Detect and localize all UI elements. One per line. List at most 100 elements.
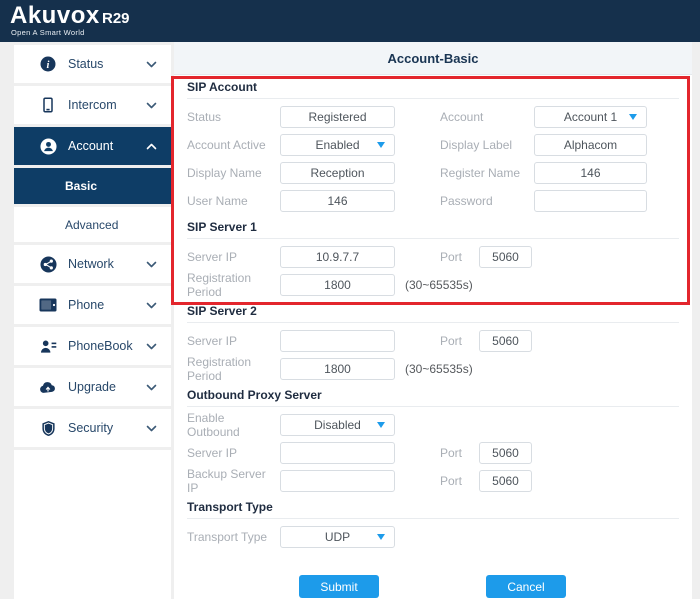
device-model: R29 [102,10,130,27]
chevron-down-icon [146,380,157,394]
brand-tagline: Open A Smart World [11,28,85,37]
field-label: Account Active [187,138,280,152]
form-row-server1-regperiod: Registration Period (30~65535s) [187,271,679,299]
sidebar-item-label: PhoneBook [68,339,146,353]
form-row-backup-ip-port: Backup Server IP Port [187,467,679,495]
intercom-icon [38,97,58,113]
section-sip-account: SIP Account Status Account Account 1 Acc… [187,81,679,215]
form-row-transport-type: Transport Type UDP [187,523,679,551]
field-label: Server IP [187,250,280,264]
backup-server-ip-field[interactable] [280,470,395,492]
transport-type-select[interactable]: UDP [280,526,395,548]
outbound-port-field[interactable] [479,442,532,464]
chevron-down-icon [146,98,157,112]
section-transport-type: Transport Type Transport Type UDP [187,501,679,551]
sidebar-item-phone[interactable]: Phone [14,286,171,324]
field-label: Account [440,110,534,124]
field-label: Transport Type [187,530,280,544]
sidebar-filler [14,450,171,599]
chevron-down-icon [146,421,157,435]
register-name-field[interactable] [534,162,647,184]
form-row-displayname-registername: Display Name Register Name [187,159,679,187]
section-title: SIP Server 2 [187,305,679,318]
chevron-down-icon [146,57,157,71]
sidebar-item-upgrade[interactable]: Upgrade [14,368,171,406]
sidebar-item-account-basic[interactable]: Basic [14,168,171,204]
server2-regperiod-field[interactable] [280,358,395,380]
sidebar-item-status[interactable]: i Status [14,45,171,83]
form-actions: Submit Cancel [187,575,679,598]
brand-logo: Akuvox [10,2,100,30]
sidebar-item-security[interactable]: Security [14,409,171,447]
section-divider [187,98,679,99]
form-row-enable-outbound: Enable Outbound Disabled [187,411,679,439]
field-label: Registration Period [187,271,280,299]
password-field[interactable] [534,190,647,212]
dropdown-caret-icon [377,422,385,428]
form-row-status-account: Status Account Account 1 [187,103,679,131]
sidebar-item-label: Upgrade [68,380,146,394]
section-sip-server-1: SIP Server 1 Server IP Port Registration… [187,221,679,299]
status-field[interactable] [280,106,395,128]
section-title: SIP Server 1 [187,221,679,234]
network-icon [38,256,58,273]
field-label: User Name [187,194,280,208]
dropdown-caret-icon [629,114,637,120]
shield-icon [38,420,58,437]
user-name-field[interactable] [280,190,395,212]
enable-outbound-select[interactable]: Disabled [280,414,395,436]
field-label: Port [440,250,479,264]
sidebar-item-account[interactable]: Account [14,127,171,165]
field-label: Port [440,334,479,348]
sidebar-item-network[interactable]: Network [14,245,171,283]
display-label-field[interactable] [534,134,647,156]
form-row-server2-ip-port: Server IP Port [187,327,679,355]
field-label: Port [440,446,479,460]
field-label: Backup Server IP [187,467,280,495]
form-row-server1-ip-port: Server IP Port [187,243,679,271]
form-row-outbound-ip-port: Server IP Port [187,439,679,467]
section-title: Outbound Proxy Server [187,389,679,402]
phone-icon [38,298,58,312]
field-label: Register Name [440,166,534,180]
info-icon: i [38,56,58,72]
page-title: Account-Basic [174,42,692,75]
chevron-down-icon [146,257,157,271]
chevron-down-icon [146,339,157,353]
sidebar-item-label: Phone [68,298,146,312]
cancel-button[interactable]: Cancel [486,575,566,598]
server2-port-field[interactable] [479,330,532,352]
sidebar-item-account-advanced[interactable]: Advanced [14,207,171,242]
app-header: Akuvox Open A Smart World R29 [0,0,700,42]
submit-button[interactable]: Submit [299,575,379,598]
field-label: Enable Outbound [187,411,280,439]
display-name-field[interactable] [280,162,395,184]
server2-ip-field[interactable] [280,330,395,352]
account-active-select[interactable]: Enabled [280,134,395,156]
field-label: Registration Period [187,355,280,383]
section-title: Transport Type [187,501,679,514]
account-select[interactable]: Account 1 [534,106,647,128]
sidebar-item-phonebook[interactable]: PhoneBook [14,327,171,365]
sidebar-item-label: Intercom [68,98,146,112]
field-label: Status [187,110,280,124]
server1-regperiod-field[interactable] [280,274,395,296]
field-label: Server IP [187,334,280,348]
section-outbound-proxy: Outbound Proxy Server Enable Outbound Di… [187,389,679,495]
field-label: Port [440,474,479,488]
sidebar-subitem-label: Basic [65,179,97,193]
section-sip-server-2: SIP Server 2 Server IP Port Registration… [187,305,679,383]
account-icon [38,138,58,155]
field-label: Display Label [440,138,534,152]
form-row-active-displaylabel: Account Active Enabled Display Label [187,131,679,159]
section-divider [187,238,679,239]
range-hint: (30~65535s) [405,362,473,376]
outbound-server-ip-field[interactable] [280,442,395,464]
server1-port-field[interactable] [479,246,532,268]
backup-port-field[interactable] [479,470,532,492]
section-divider [187,518,679,519]
sidebar-item-label: Network [68,257,146,271]
sidebar-item-intercom[interactable]: Intercom [14,86,171,124]
server1-ip-field[interactable] [280,246,395,268]
sidebar-subitem-label: Advanced [65,218,118,232]
